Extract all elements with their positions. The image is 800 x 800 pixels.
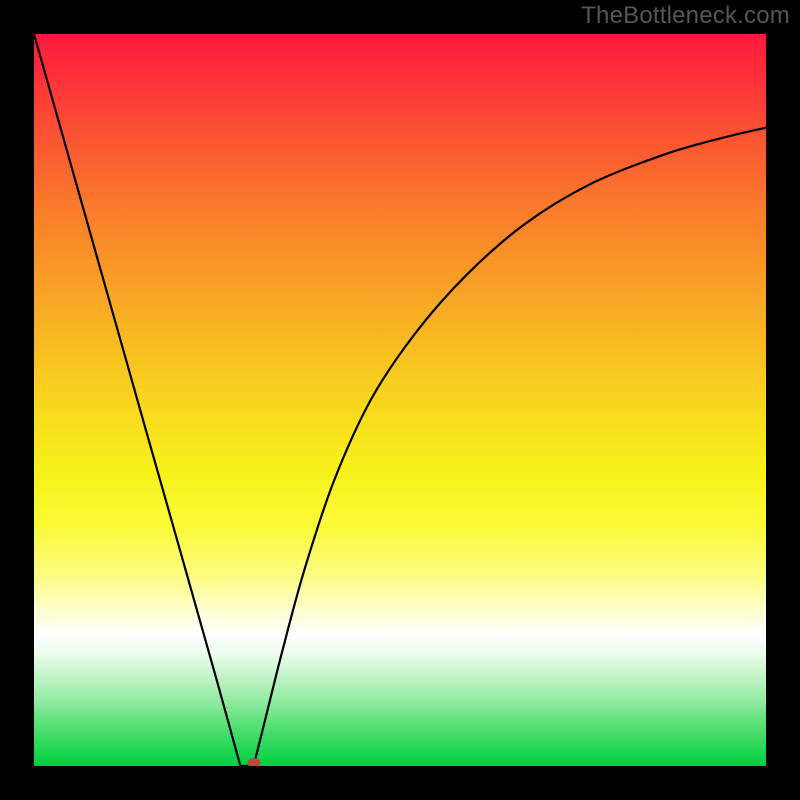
watermark-text: TheBottleneck.com (581, 2, 790, 30)
plot-area (34, 34, 766, 766)
bottleneck-curve (34, 34, 766, 766)
curve-left-branch (34, 34, 254, 766)
minimum-marker-icon (247, 758, 260, 766)
curve-right-branch (254, 128, 766, 766)
chart-frame: TheBottleneck.com (0, 0, 800, 800)
